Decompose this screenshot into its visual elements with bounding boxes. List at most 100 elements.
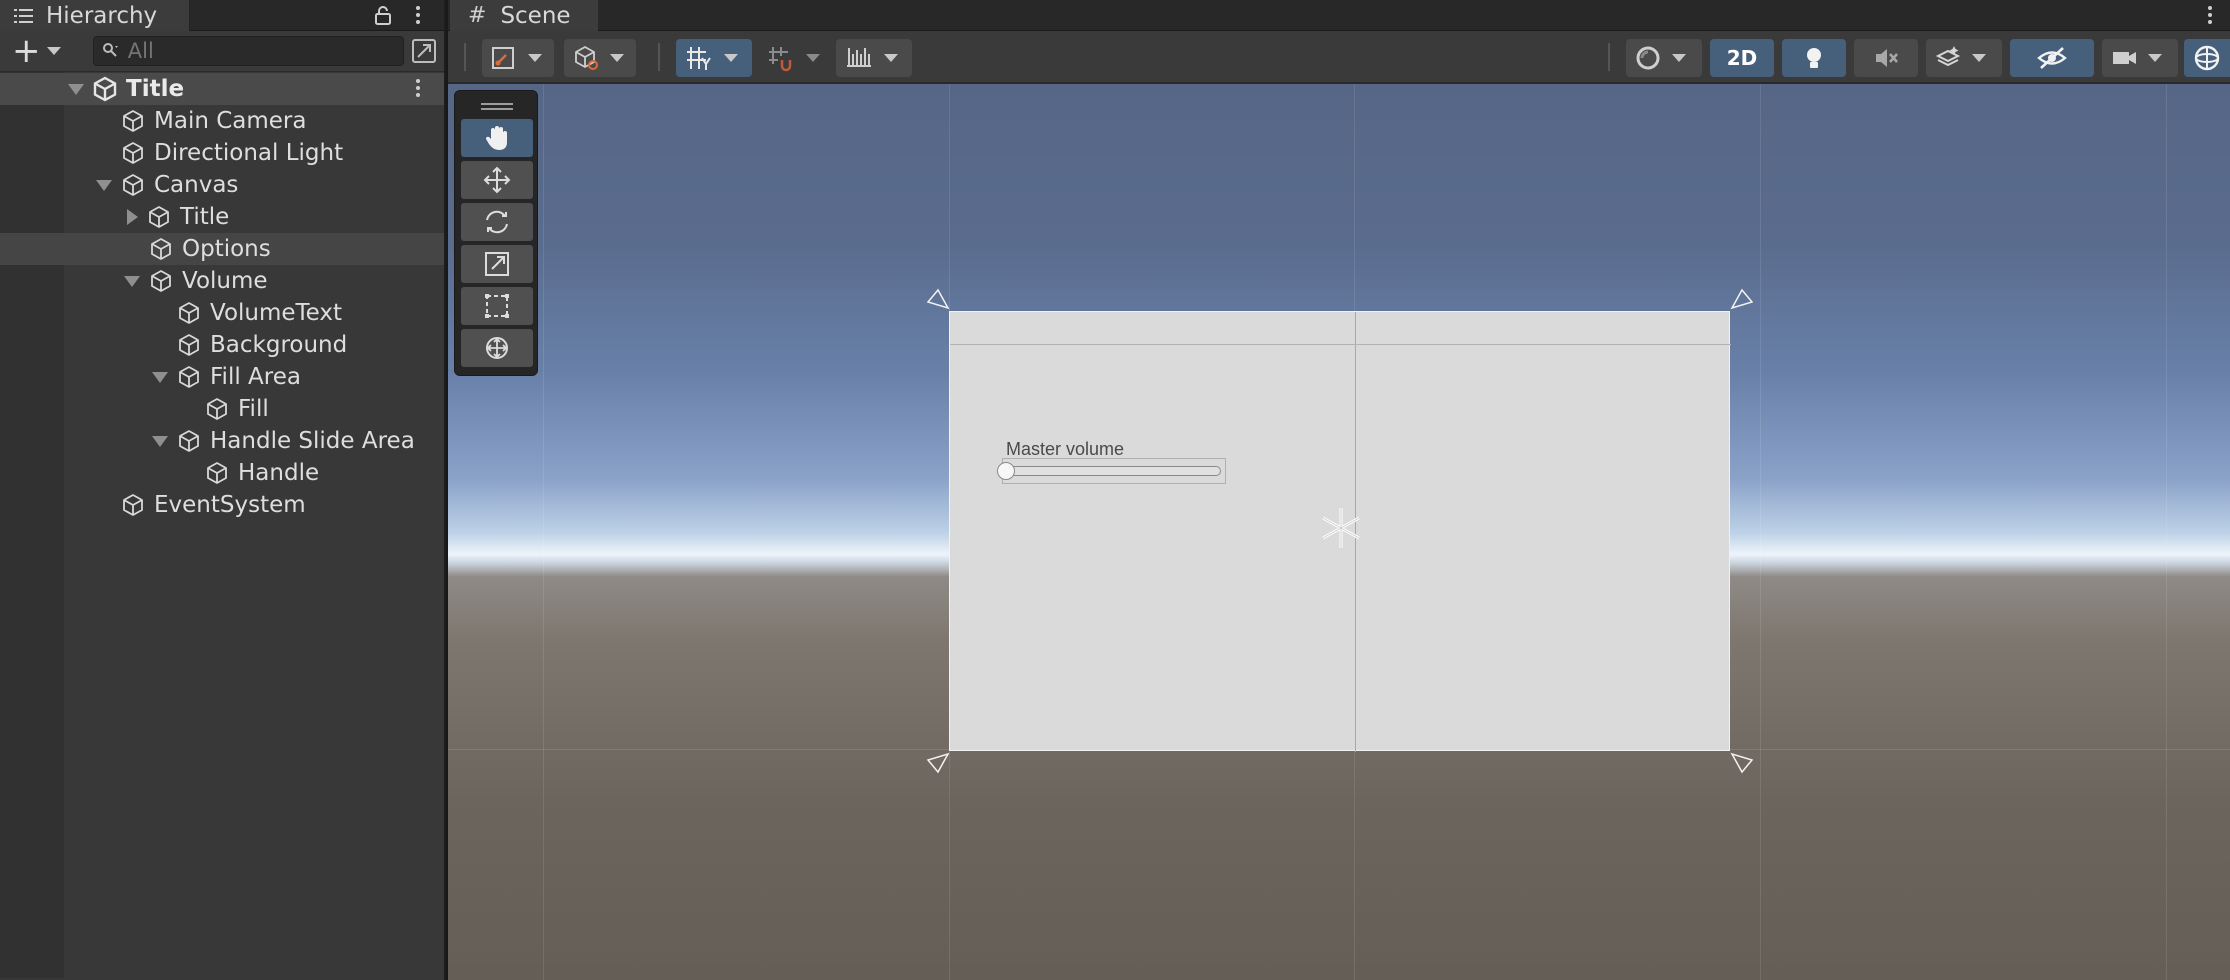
tree-item-title[interactable]: Title	[0, 201, 444, 233]
tree-item-background[interactable]: Background	[0, 329, 444, 361]
effects-button[interactable]	[1926, 39, 2002, 77]
slider-handle[interactable]	[997, 462, 1015, 480]
grid-line	[1760, 84, 1761, 980]
hierarchy-menu-icon[interactable]	[412, 4, 424, 26]
camera-settings-button[interactable]	[2102, 39, 2178, 77]
tree-item-fill-area[interactable]: Fill Area	[0, 361, 444, 393]
tree-item-label: Options	[182, 236, 271, 262]
chevron-down-icon[interactable]	[152, 435, 168, 447]
maximize-icon[interactable]	[412, 39, 437, 63]
scene-menu-icon[interactable]	[412, 77, 424, 99]
gizmo-tool-icon	[492, 47, 514, 69]
tree-item-volumetext[interactable]: VolumeText	[0, 297, 444, 329]
gameobject-cube-icon	[123, 494, 143, 516]
gizmos-button[interactable]	[2184, 39, 2230, 77]
chevron-down-icon[interactable]	[884, 54, 898, 62]
scale-tool-button[interactable]	[461, 245, 533, 283]
chevron-right-icon[interactable]	[127, 209, 138, 225]
rect-tool-button[interactable]	[461, 287, 533, 325]
gameobject-cube-icon	[123, 142, 143, 164]
chevron-down-icon[interactable]	[806, 54, 820, 62]
tree-item-directional-light[interactable]: Directional Light	[0, 137, 444, 169]
chevron-down-icon[interactable]	[152, 371, 168, 383]
volume-slider[interactable]	[997, 458, 1226, 484]
slider-track	[1007, 466, 1221, 476]
hidden-eye-icon	[2037, 47, 2067, 69]
scene-toolbar: 2D	[448, 31, 2230, 83]
tree-item-handle-slide-area[interactable]: Handle Slide Area	[0, 425, 444, 457]
layers-effects-icon	[1935, 46, 1961, 67]
ui-canvas-rect[interactable]: Master volume	[949, 311, 1731, 752]
anchor-bottom-right-icon[interactable]	[1730, 750, 1754, 774]
chevron-down-icon[interactable]	[124, 275, 140, 287]
tree-item-label: Title	[180, 204, 230, 230]
toolbar-separator	[658, 43, 660, 71]
draw-mode-button[interactable]	[482, 39, 554, 77]
ruler-icon	[847, 48, 871, 67]
chevron-down-icon[interactable]	[68, 83, 84, 95]
anchor-top-right-icon[interactable]	[1730, 288, 1754, 312]
gameobject-cube-icon	[123, 110, 143, 132]
chevron-down-icon[interactable]	[96, 179, 112, 191]
grid-hash-icon: #	[468, 3, 487, 28]
tree-item-options[interactable]: Options	[0, 233, 444, 265]
tree-item-label: VolumeText	[210, 300, 343, 326]
tree-item-label: Fill Area	[210, 364, 301, 390]
hand-icon	[485, 126, 507, 150]
tree-item-fill[interactable]: Fill	[0, 393, 444, 425]
toggle-2d-label: 2D	[1726, 46, 1758, 70]
chevron-down-icon[interactable]	[1972, 54, 1986, 62]
scene-viewport[interactable]: Master volume	[448, 84, 2230, 980]
audio-mute-icon	[1876, 49, 1898, 67]
grid-snapping-button[interactable]	[676, 39, 752, 77]
hierarchy-tab[interactable]: Hierarchy	[0, 0, 190, 31]
snap-magnet-icon	[769, 47, 792, 72]
tree-item-label: Fill	[238, 396, 269, 422]
rect-transform-icon	[485, 294, 509, 318]
list-icon	[14, 7, 34, 25]
rotate-tool-button[interactable]	[461, 203, 533, 241]
scene-tab-label: Scene	[500, 2, 571, 29]
chevron-down-icon[interactable]	[528, 54, 542, 62]
pivot-asterisk-icon[interactable]	[1317, 504, 1365, 552]
hierarchy-toolbar: +	[0, 31, 444, 72]
toolbar-separator	[1608, 43, 1610, 71]
chevron-down-icon[interactable]	[610, 54, 624, 62]
hand-tool-button[interactable]	[461, 119, 533, 157]
lighting-toggle-button[interactable]	[1782, 39, 1846, 77]
search-input[interactable]	[127, 39, 378, 63]
hierarchy-search[interactable]	[92, 36, 405, 66]
tree-item-volume[interactable]: Volume	[0, 265, 444, 297]
scene-row[interactable]: Title	[0, 73, 444, 105]
chevron-down-icon[interactable]	[2148, 54, 2162, 62]
drag-handle-icon[interactable]	[481, 103, 513, 111]
gizmo-globe-icon	[2194, 45, 2220, 71]
chevron-down-icon[interactable]	[724, 54, 738, 62]
shading-mode-button[interactable]	[564, 39, 636, 77]
tree-item-handle[interactable]: Handle	[0, 457, 444, 489]
lightbulb-icon	[1807, 48, 1821, 68]
increment-snap-button[interactable]	[758, 39, 830, 77]
lock-icon[interactable]	[374, 5, 392, 25]
anchor-top-left-icon[interactable]	[926, 288, 950, 312]
tree-item-main-camera[interactable]: Main Camera	[0, 105, 444, 137]
scene-tab[interactable]: # Scene	[450, 0, 598, 31]
scene-visibility-button[interactable]	[2010, 39, 2094, 77]
scene-panel: # Scene 2D Master volume	[448, 0, 2230, 980]
audio-toggle-button[interactable]	[1854, 39, 1918, 77]
toggle-2d-button[interactable]: 2D	[1710, 39, 1774, 77]
move-tool-button[interactable]	[461, 161, 533, 199]
tree-item-eventsystem[interactable]: EventSystem	[0, 489, 444, 521]
transform-tool-button[interactable]	[461, 329, 533, 367]
tree-item-canvas[interactable]: Canvas	[0, 169, 444, 201]
scene-tab-bar: # Scene	[448, 0, 2230, 31]
ruler-button[interactable]	[836, 39, 912, 77]
anchor-bottom-left-icon[interactable]	[926, 750, 950, 774]
create-button[interactable]: +	[8, 34, 67, 68]
scene-menu-icon[interactable]	[2204, 4, 2216, 26]
hierarchy-panel: Hierarchy + All Title Main Camera Direct…	[0, 0, 446, 980]
chevron-down-icon[interactable]	[1672, 54, 1686, 62]
grid-icon	[687, 47, 711, 70]
render-mode-button[interactable]	[1626, 39, 1702, 77]
tree-item-label: Directional Light	[154, 140, 344, 166]
